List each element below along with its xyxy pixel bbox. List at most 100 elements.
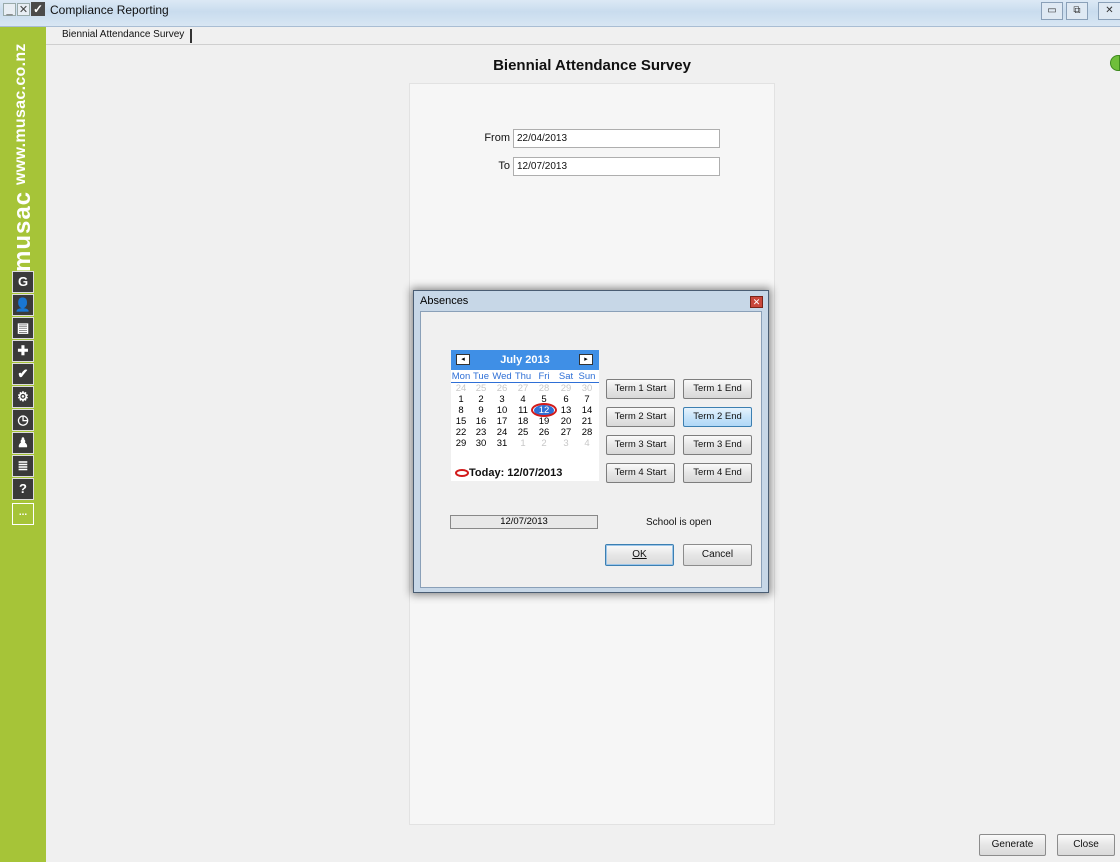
minimize-button[interactable]: _	[3, 3, 16, 16]
close-button[interactable]: Close	[1057, 834, 1115, 856]
calendar-day-cell[interactable]: 21	[577, 416, 597, 427]
term-4-end-button[interactable]: Term 4 End	[683, 463, 752, 483]
to-date-input[interactable]	[513, 157, 720, 176]
calendar-day-cell[interactable]: 4	[577, 438, 597, 449]
calendar-today-label[interactable]: Today: 12/07/2013	[455, 467, 562, 479]
help-icon[interactable]: ?	[12, 478, 34, 500]
term-2-start-button[interactable]: Term 2 Start	[606, 407, 675, 427]
next-month-icon[interactable]: ▸	[579, 354, 593, 365]
calendar-day-cell[interactable]: 1	[451, 394, 471, 405]
calendar-day-cell[interactable]: 14	[577, 405, 597, 416]
prev-month-icon[interactable]: ◂	[456, 354, 470, 365]
person-icon[interactable]: ♟	[12, 432, 34, 454]
cancel-button-label: Cancel	[701, 549, 734, 560]
calendar-day-cell[interactable]: 17	[492, 416, 512, 427]
calendar-day-cell[interactable]: 18	[513, 416, 533, 427]
dialog-body: July 2013 ◂ ▸ Mon Tue Wed Thu Fri Sat Sun 24 25…	[420, 311, 762, 588]
people-icon[interactable]: 👤	[12, 294, 34, 316]
generate-button-label: Generate	[991, 839, 1034, 850]
calendar-day-cell[interactable]: 19	[534, 416, 554, 427]
calendar-day-cell[interactable]: 20	[556, 416, 576, 427]
calendar-day-cell[interactable]: 2	[471, 394, 491, 405]
calendar-day-cell[interactable]: 16	[471, 416, 491, 427]
sidebar: www.musac.co.nz musac G 👤 ▤ ✚ ✔ ⚙ ◷ ♟ ≣ …	[0, 27, 46, 862]
calendar-day-cell[interactable]: 24	[451, 383, 471, 394]
weekday-label: Sun	[578, 371, 596, 382]
calendar-day-cell[interactable]: 27	[513, 383, 533, 394]
close-app-button[interactable]: ✕	[17, 3, 30, 16]
maximize-button[interactable]: ⧉	[1066, 2, 1088, 20]
login-icon[interactable]: G	[12, 271, 34, 293]
calendar-day-cell[interactable]: 22	[451, 427, 471, 438]
term-1-end-button[interactable]: Term 1 End	[683, 379, 752, 399]
puzzle-icon[interactable]: ✚	[12, 340, 34, 362]
weekday-label: Thu	[514, 371, 532, 382]
calendar-month-title: July 2013	[500, 354, 550, 366]
tab-bar: Biennial Attendance Survey	[46, 27, 1120, 45]
term-3-end-button[interactable]: Term 3 End	[683, 435, 752, 455]
calendar-day-cell[interactable]: 26	[534, 427, 554, 438]
weekday-label: Mon	[451, 371, 471, 382]
weekday-label: Sat	[558, 371, 574, 382]
building-icon[interactable]: ▤	[12, 317, 34, 339]
calendar-day-cell[interactable]: 1	[513, 438, 533, 449]
clock-icon[interactable]: ◷	[12, 409, 34, 431]
check-icon: ✓	[31, 2, 45, 16]
sidebar-brand-logo: musac	[9, 190, 36, 272]
calendar-day-cell[interactable]: 3	[492, 394, 512, 405]
to-label: To	[498, 160, 510, 172]
calendar-day-cell[interactable]: 9	[471, 405, 491, 416]
restore-button[interactable]: ▭	[1041, 2, 1063, 20]
calendar-day-cell[interactable]: 15	[451, 416, 471, 427]
calendar-day-cell[interactable]: 30	[471, 438, 491, 449]
tab-biennial-attendance-survey[interactable]: Biennial Attendance Survey	[56, 29, 193, 43]
exit-button[interactable]: ✕	[1098, 2, 1120, 20]
calendar-day-cell[interactable]: 26	[492, 383, 512, 394]
from-date-input[interactable]	[513, 129, 720, 148]
calendar-day-cell[interactable]: 30	[577, 383, 597, 394]
calendar-weekday-row: Mon Tue Wed Thu Fri Sat Sun	[451, 371, 599, 383]
calendar-day-cell[interactable]: 11	[513, 405, 533, 416]
calendar-day-cell[interactable]: 28	[534, 383, 554, 394]
calendar-today-text: Today: 12/07/2013	[469, 467, 563, 479]
sidebar-url[interactable]: www.musac.co.nz	[12, 43, 30, 185]
calendar-day-cell[interactable]: 3	[556, 438, 576, 449]
calendar-day-cell[interactable]: 13	[556, 405, 576, 416]
term-1-start-button[interactable]: Term 1 Start	[606, 379, 675, 399]
calendar-day-cell[interactable]: 31	[492, 438, 512, 449]
calendar-day-cell[interactable]: 23	[471, 427, 491, 438]
term-3-start-button[interactable]: Term 3 Start	[606, 435, 675, 455]
weekday-label: Wed	[492, 371, 512, 382]
calendar-day-cell[interactable]: 28	[577, 427, 597, 438]
calendar-day-cell[interactable]: 8	[451, 405, 471, 416]
weekday-label: Fri	[538, 371, 550, 382]
term-4-start-button[interactable]: Term 4 Start	[606, 463, 675, 483]
dialog-close-icon[interactable]: ✕	[750, 296, 763, 308]
more-icon[interactable]: ...	[12, 503, 34, 525]
calendar-day-cell[interactable]: 25	[471, 383, 491, 394]
term-2-end-button[interactable]: Term 2 End	[683, 407, 752, 427]
generate-button[interactable]: Generate	[979, 834, 1046, 856]
calendar-day-cell[interactable]: 29	[451, 438, 471, 449]
cancel-button[interactable]: Cancel	[683, 544, 752, 566]
absences-dialog: Absences ✕ July 2013 ◂ ▸ Mon Tue Wed Thu Fri…	[413, 290, 769, 593]
calendar-day-cell[interactable]: 2	[534, 438, 554, 449]
from-label: From	[484, 132, 510, 144]
calendar-day-cell[interactable]: 6	[556, 394, 576, 405]
calendar-day-cell[interactable]: 29	[556, 383, 576, 394]
database-icon[interactable]: ≣	[12, 455, 34, 477]
status-indicator-icon	[1110, 55, 1120, 71]
today-marker-icon	[531, 403, 557, 417]
calendar-day-cell[interactable]: 4	[513, 394, 533, 405]
calendar-day-cell[interactable]: 7	[577, 394, 597, 405]
calendar-day-cell[interactable]: 27	[556, 427, 576, 438]
checkmark-icon[interactable]: ✔	[12, 363, 34, 385]
calendar-header: July 2013 ◂ ▸	[451, 350, 599, 370]
gear-icon[interactable]: ⚙	[12, 386, 34, 408]
window-title-bar: _ ✕ ✓ Compliance Reporting ▭ ⧉ ✕	[0, 0, 1120, 27]
calendar-day-cell[interactable]: 10	[492, 405, 512, 416]
calendar-day-cell[interactable]: 24	[492, 427, 512, 438]
selected-date-field: 12/07/2013	[450, 515, 598, 529]
calendar-day-cell[interactable]: 25	[513, 427, 533, 438]
ok-button[interactable]: OK	[605, 544, 674, 566]
